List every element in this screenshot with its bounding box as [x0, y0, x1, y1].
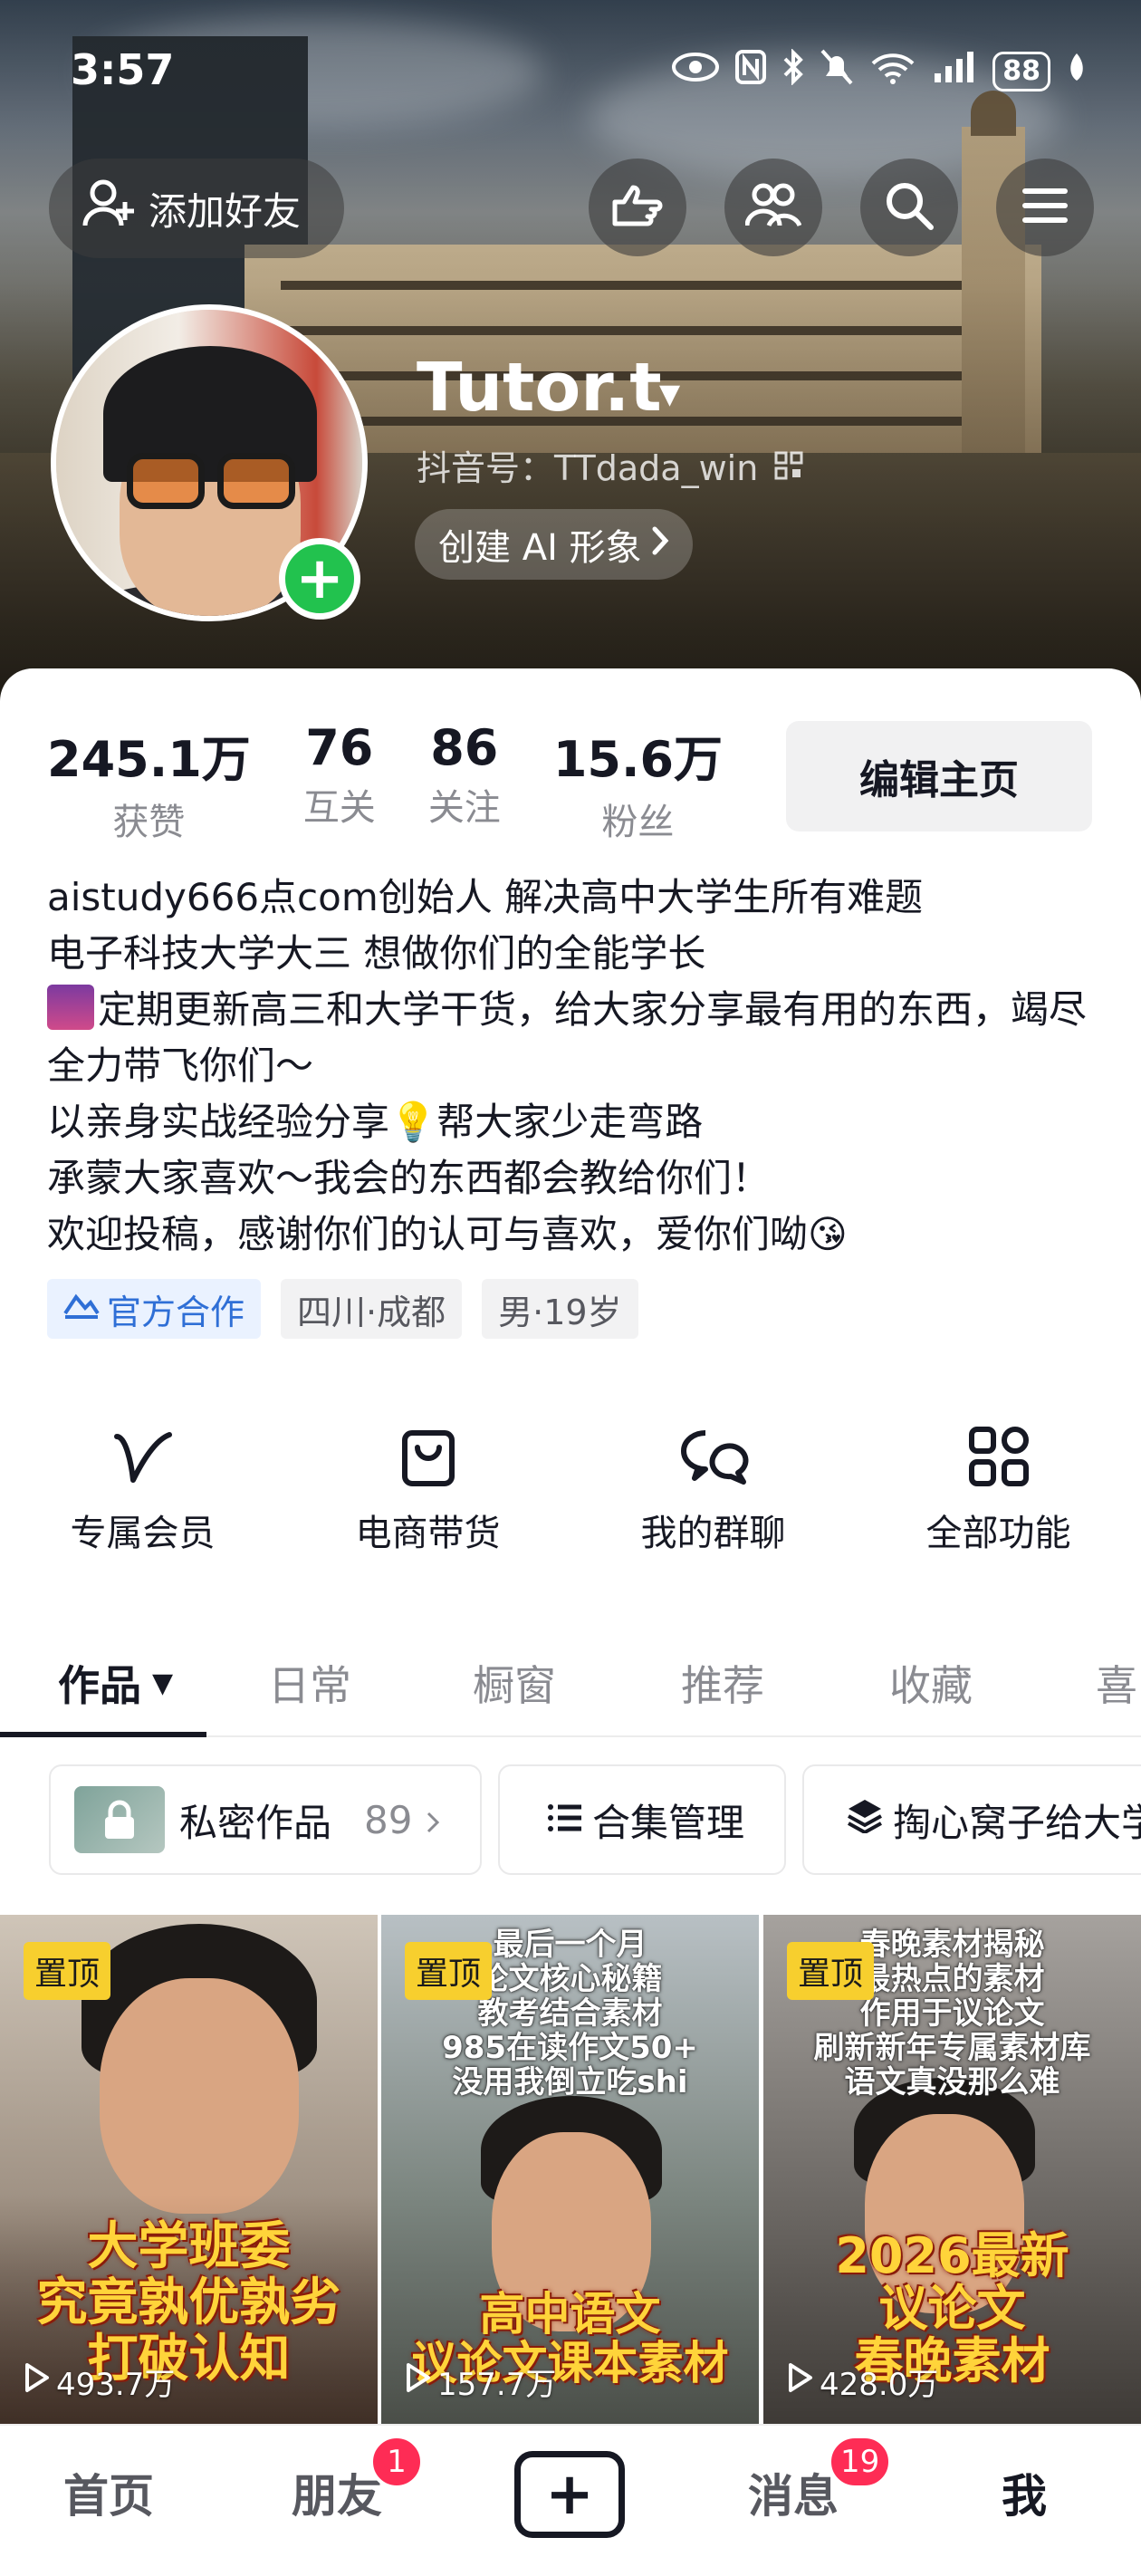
- search-button[interactable]: [860, 159, 958, 256]
- tab-favorites[interactable]: 收藏: [889, 1629, 973, 1737]
- menu-icon: [1021, 186, 1069, 229]
- play-icon: [24, 2362, 51, 2401]
- search-icon: [884, 180, 935, 235]
- add-person-icon: [82, 178, 136, 238]
- add-friend-button[interactable]: 添加好友: [49, 159, 344, 258]
- nav-me[interactable]: 我: [1002, 2460, 1047, 2525]
- private-works-chip[interactable]: 私密作品 89: [49, 1764, 482, 1875]
- visitors-button[interactable]: [589, 159, 686, 256]
- feature-group-chat[interactable]: 我的群聊: [570, 1411, 856, 1556]
- purple-city-emoji-icon: [47, 985, 94, 1030]
- stat-mutual[interactable]: 76 互关: [303, 719, 376, 845]
- bio-line: 以亲身实战经验分享💡帮大家少走弯路: [47, 1100, 704, 1144]
- official-cooperation-tag[interactable]: 官方合作: [47, 1279, 262, 1339]
- bottom-navigation: 首页 朋友 1 + 消息 19 我: [0, 2424, 1141, 2576]
- wifi-icon: [869, 49, 916, 93]
- pointing-hand-icon: [609, 180, 666, 235]
- bluetooth-icon: [782, 48, 804, 93]
- create-ai-avatar-button[interactable]: 创建 AI 形象: [415, 509, 693, 580]
- video-grid: 大学班委 究竟孰优孰劣 打破认知 置顶 493.7万 最后一个月 论文核心秘籍 …: [0, 1915, 1141, 2424]
- bio-line: 电子科技大学大三 想做你们的全能学长: [47, 931, 706, 976]
- status-bar: 3:57 88: [0, 0, 1141, 136]
- leaf-icon: [1067, 52, 1087, 91]
- chevron-right-icon: [651, 524, 669, 565]
- feature-row: 专属会员 电商带货 我的群聊 全部功能: [0, 1411, 1141, 1556]
- collection-management-chip[interactable]: 合集管理: [498, 1764, 786, 1875]
- video-thumbnail[interactable]: 春晚素材揭秘 最热点的素材 作用于议论文 刷新新年专属素材库 语文真没那么难 2…: [763, 1915, 1141, 2424]
- chevron-right-icon: [427, 1798, 440, 1842]
- gender-age-tag[interactable]: 男·19岁: [482, 1279, 638, 1339]
- caret-down-icon: ▼: [152, 1667, 174, 1699]
- layers-icon: [846, 1797, 884, 1842]
- bio[interactable]: aistudy666点com创始人 解决高中大学生所有难题 电子科技大学大三 想…: [47, 870, 1098, 1263]
- people-icon: [744, 182, 802, 233]
- group-chat-icon: [570, 1411, 856, 1487]
- nfc-icon: [735, 50, 767, 92]
- play-count: 493.7万: [24, 2360, 175, 2404]
- tag-row: 官方合作 四川·成都 男·19岁: [47, 1279, 638, 1339]
- nav-friends[interactable]: 朋友 1: [292, 2435, 424, 2525]
- douyin-id[interactable]: 抖音号：TTdada_win: [417, 440, 803, 490]
- tab-works[interactable]: 作品 ▼: [58, 1629, 173, 1737]
- video-thumbnail[interactable]: 最后一个月 论文核心秘籍 教考结合素材 985在读作文50+ 没用我倒立吃shi…: [381, 1915, 759, 2424]
- add-avatar-plus-icon[interactable]: +: [279, 538, 360, 620]
- video-thumbnail[interactable]: 大学班委 究竟孰优孰劣 打破认知 置顶 493.7万: [0, 1915, 378, 2424]
- tab-showcase[interactable]: 橱窗: [473, 1629, 556, 1737]
- qr-code-icon[interactable]: [774, 448, 803, 488]
- friends-badge: 1: [369, 2435, 424, 2489]
- all-functions-icon: [856, 1411, 1141, 1487]
- feature-ecommerce[interactable]: 电商带货: [285, 1411, 570, 1556]
- tab-daily[interactable]: 日常: [268, 1629, 351, 1737]
- nav-messages[interactable]: 消息 19: [748, 2435, 893, 2525]
- status-time: 3:57: [71, 45, 175, 94]
- play-icon: [405, 2362, 432, 2401]
- friends-group-button[interactable]: [724, 159, 822, 256]
- bio-line: 欢迎投稿，感谢你们的认可与喜欢，爱你们呦😘: [47, 1212, 848, 1256]
- bio-line: aistudy666点com创始人 解决高中大学生所有难题: [47, 875, 924, 919]
- bio-line: 承蒙大家喜欢～我会的东西都会教给你们！: [47, 1156, 771, 1200]
- tab-likes[interactable]: 喜: [1096, 1629, 1137, 1737]
- vip-v-icon: [0, 1411, 285, 1487]
- play-count: 157.7万: [405, 2360, 556, 2404]
- nav-home[interactable]: 首页: [63, 2460, 154, 2525]
- play-count: 428.0万: [787, 2360, 938, 2404]
- messages-badge: 19: [828, 2435, 893, 2489]
- add-friend-label: 添加好友: [149, 188, 302, 234]
- tab-recommend[interactable]: 推荐: [681, 1629, 764, 1737]
- pinned-badge: 置顶: [787, 1942, 875, 2000]
- profile-card: 245.1万 获赞 76 互关 86 关注 15.6万 粉丝 编辑主页 aist…: [0, 668, 1141, 2576]
- list-icon: [547, 1798, 583, 1842]
- edit-profile-button[interactable]: 编辑主页: [786, 721, 1092, 831]
- bio-line: 定期更新高三和大学干货，给大家分享最有用的东西，竭尽全力带飞你们～: [47, 982, 1098, 1094]
- location-tag[interactable]: 四川·成都: [281, 1279, 463, 1339]
- account-switch-caret-icon[interactable]: ▼: [659, 379, 680, 410]
- create-button[interactable]: +: [514, 2451, 625, 2538]
- active-tab-indicator: [0, 1732, 206, 1737]
- handshake-icon: [63, 1289, 100, 1329]
- feature-all-functions[interactable]: 全部功能: [856, 1411, 1141, 1556]
- lock-thumbnail-icon: [74, 1786, 165, 1853]
- stat-followers[interactable]: 15.6万 粉丝: [553, 719, 723, 845]
- feature-vip[interactable]: 专属会员: [0, 1411, 285, 1556]
- play-icon: [787, 2362, 814, 2401]
- signal-icon: [933, 50, 976, 92]
- shopping-bag-icon: [285, 1411, 570, 1487]
- stats-row: 245.1万 获赞 76 互关 86 关注 15.6万 粉丝: [47, 719, 775, 845]
- pinned-badge: 置顶: [405, 1942, 493, 2000]
- content-tabs: 作品 ▼ 日常 橱窗 推荐 收藏 喜: [0, 1629, 1141, 1737]
- mute-icon: [820, 49, 853, 93]
- eye-icon: [672, 52, 720, 91]
- collection-chip[interactable]: 掏心窝子给大学: [802, 1764, 1141, 1875]
- pinned-badge: 置顶: [24, 1942, 111, 2000]
- stat-following[interactable]: 86 关注: [428, 719, 501, 845]
- battery-indicator: 88: [992, 51, 1050, 91]
- stat-likes[interactable]: 245.1万 获赞: [47, 719, 251, 845]
- menu-button[interactable]: [996, 159, 1094, 256]
- works-filter-chips: 私密作品 89 合集管理 掏心窝子给大学: [49, 1764, 1141, 1877]
- nickname[interactable]: Tutor.t: [417, 349, 662, 427]
